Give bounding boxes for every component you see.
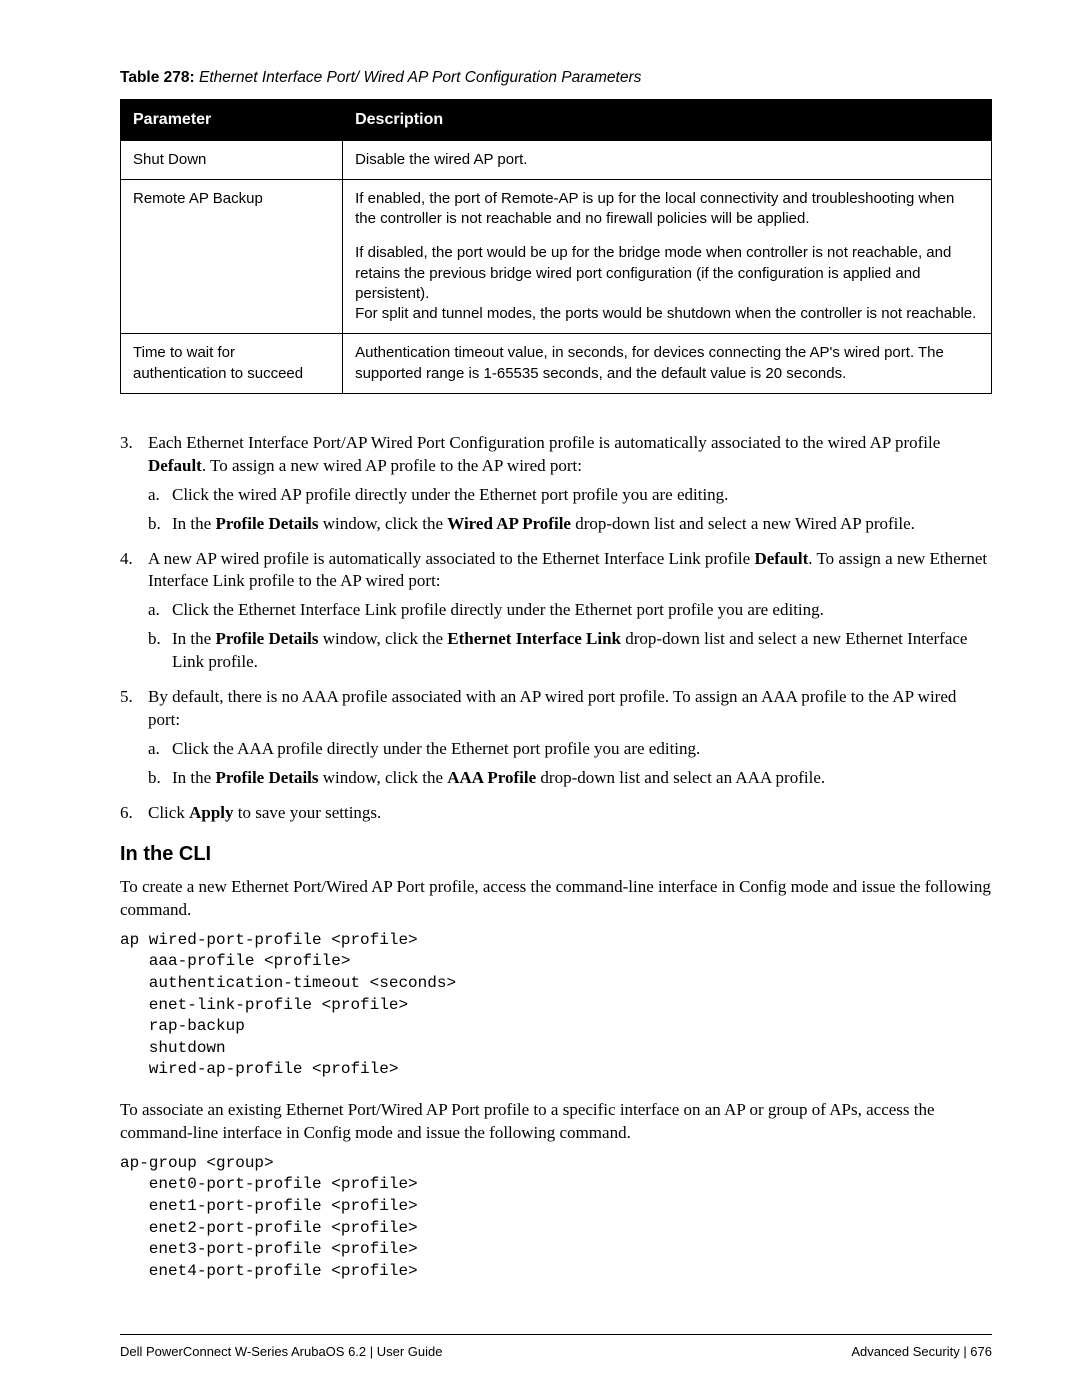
table-title: Ethernet Interface Port/ Wired AP Port C… (195, 69, 642, 86)
step-number: 4. (120, 548, 142, 571)
footer-right: Advanced Security | 676 (851, 1343, 992, 1361)
step-5: 5. By default, there is no AAA profile a… (120, 686, 992, 790)
param-name: Time to wait for authentication to succe… (121, 334, 343, 394)
desc-p3: For split and tunnel modes, the ports wo… (355, 305, 976, 322)
step-number: 5. (120, 686, 142, 709)
table-row: Time to wait for authentication to succe… (121, 334, 992, 394)
table-caption: Table 278: Ethernet Interface Port/ Wire… (120, 68, 992, 89)
substeps: a. Click the Ethernet Interface Link pro… (148, 599, 992, 674)
substep-b: b. In the Profile Details window, click … (148, 628, 992, 674)
col-parameter: Parameter (121, 99, 343, 140)
substeps: a. Click the wired AP profile directly u… (148, 484, 992, 536)
page-footer: Dell PowerConnect W-Series ArubaOS 6.2 |… (120, 1334, 992, 1361)
param-name: Remote AP Backup (121, 179, 343, 334)
table-header-row: Parameter Description (121, 99, 992, 140)
desc-p1: If enabled, the port of Remote-AP is up … (355, 190, 954, 227)
substep-a: a. Click the AAA profile directly under … (148, 738, 992, 761)
param-desc: Disable the wired AP port. (343, 140, 992, 179)
cli-intro-1: To create a new Ethernet Port/Wired AP P… (120, 876, 992, 922)
desc-p2: If disabled, the port would be up for th… (355, 244, 951, 302)
cli-intro-2: To associate an existing Ethernet Port/W… (120, 1099, 992, 1145)
table-row: Remote AP Backup If enabled, the port of… (121, 179, 992, 334)
substeps: a. Click the AAA profile directly under … (148, 738, 992, 790)
cli-code-1: ap wired-port-profile <profile> aaa-prof… (120, 930, 992, 1081)
cli-code-2: ap-group <group> enet0-port-profile <pro… (120, 1153, 992, 1283)
table-number: Table 278: (120, 69, 195, 86)
step-3: 3. Each Ethernet Interface Port/AP Wired… (120, 432, 992, 536)
step-number: 6. (120, 802, 142, 825)
step-6: 6. Click Apply to save your settings. (120, 802, 992, 825)
substep-b: b. In the Profile Details window, click … (148, 767, 992, 790)
substep-b: b. In the Profile Details window, click … (148, 513, 992, 536)
param-desc: If enabled, the port of Remote-AP is up … (343, 179, 992, 334)
substep-a: a. Click the Ethernet Interface Link pro… (148, 599, 992, 622)
cli-heading: In the CLI (120, 841, 992, 868)
footer-left: Dell PowerConnect W-Series ArubaOS 6.2 |… (120, 1343, 443, 1361)
param-name: Shut Down (121, 140, 343, 179)
table-row: Shut Down Disable the wired AP port. (121, 140, 992, 179)
step-number: 3. (120, 432, 142, 455)
substep-a: a. Click the wired AP profile directly u… (148, 484, 992, 507)
steps-list: 3. Each Ethernet Interface Port/AP Wired… (120, 432, 992, 825)
step-4: 4. A new AP wired profile is automatical… (120, 548, 992, 675)
col-description: Description (343, 99, 992, 140)
parameters-table: Parameter Description Shut Down Disable … (120, 99, 992, 394)
param-desc: Authentication timeout value, in seconds… (343, 334, 992, 394)
